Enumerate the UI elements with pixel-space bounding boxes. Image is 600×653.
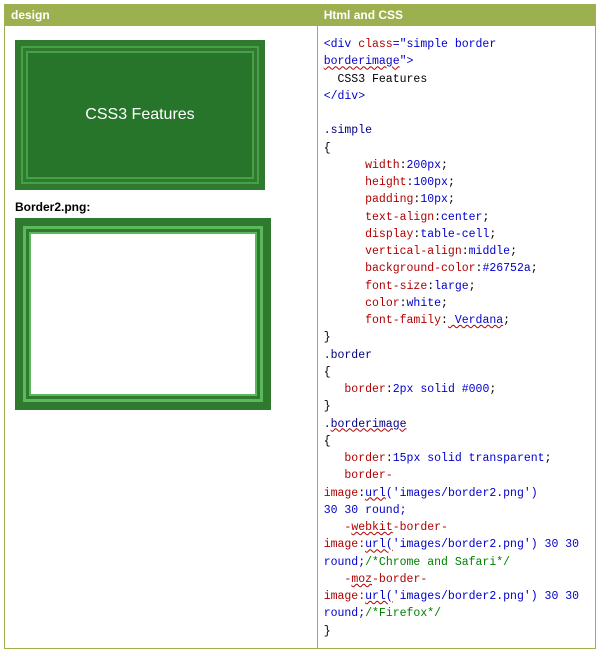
- code-text: image:: [324, 538, 365, 551]
- code-text: 'images/border2.png') 30 30: [393, 590, 579, 603]
- code-text: /*Firefox*/: [365, 607, 441, 620]
- demo-box-text: CSS3 Features: [28, 53, 252, 177]
- code-text: vertical-align: [365, 245, 462, 258]
- code-text: padding: [365, 193, 413, 206]
- code-text: ;: [448, 193, 455, 206]
- code-text: 30 30 round;: [324, 504, 407, 517]
- green-border-frame: CSS3 Features: [15, 40, 265, 190]
- code-text: ;: [482, 211, 489, 224]
- border2-image-frame: [15, 218, 271, 410]
- code-text: ('images/border2.png'): [386, 487, 538, 500]
- code-text: color: [365, 297, 400, 310]
- code-text: -: [344, 573, 351, 586]
- code-column: Html and CSS <div class="simple border b…: [318, 5, 595, 648]
- code-text: webkit: [351, 521, 392, 534]
- code-text: 'images/border2.png') 30 30: [393, 538, 579, 551]
- code-text: :: [400, 159, 407, 172]
- design-body: CSS3 Features Border2.png:: [5, 26, 317, 420]
- code-text: url(: [365, 590, 393, 603]
- code-header: Html and CSS: [318, 5, 595, 26]
- code-text: height: [365, 176, 406, 189]
- code-text: round;: [324, 607, 365, 620]
- design-header: design: [5, 5, 317, 26]
- code-text: }: [324, 625, 331, 638]
- css3-features-demo-box: CSS3 Features: [15, 40, 265, 190]
- code-text: </div>: [324, 90, 365, 103]
- code-text: display: [365, 228, 413, 241]
- code-text: border: [344, 452, 385, 465]
- code-text: table-cell: [420, 228, 489, 241]
- code-text: -border-: [393, 521, 448, 534]
- code-text: CSS3 Features: [324, 73, 428, 86]
- code-text: #26752a: [482, 262, 530, 275]
- code-text: image:: [324, 590, 365, 603]
- code-text: class: [358, 38, 393, 51]
- code-text: ;: [531, 262, 538, 275]
- code-text: :: [386, 383, 393, 396]
- design-column: design CSS3 Features Border2.png:: [5, 5, 318, 648]
- code-text: :: [462, 245, 469, 258]
- code-text: ;: [441, 159, 448, 172]
- code-text: {: [324, 366, 331, 379]
- code-text: ;: [503, 314, 510, 327]
- border2-label: Border2.png:: [15, 200, 307, 214]
- code-text: middle: [469, 245, 510, 258]
- code-text: :: [434, 211, 441, 224]
- code-text: text-align: [365, 211, 434, 224]
- code-text: ="simple border: [393, 38, 503, 51]
- code-text: large: [434, 280, 469, 293]
- code-body: <div class="simple border borderimage"> …: [318, 26, 595, 648]
- empty-frame-interior: [31, 234, 255, 394]
- code-text: center: [441, 211, 482, 224]
- code-text: }: [324, 400, 331, 413]
- code-text: 100px: [413, 176, 448, 189]
- code-text: width: [365, 159, 400, 172]
- code-text: -border-: [372, 573, 427, 586]
- code-text: :: [441, 314, 448, 327]
- code-text: .simple: [324, 124, 372, 137]
- code-text: url: [365, 487, 386, 500]
- code-text: font-size: [365, 280, 427, 293]
- code-text: ;: [510, 245, 517, 258]
- code-text: 15px solid transparent: [393, 452, 545, 465]
- code-text: <div: [324, 38, 359, 51]
- code-text: borderimage: [331, 418, 407, 431]
- code-text: {: [324, 142, 331, 155]
- code-text: ;: [489, 228, 496, 241]
- code-text: :: [400, 297, 407, 310]
- code-text: /*Chrome and Safari*/: [365, 556, 510, 569]
- code-text: {: [324, 435, 331, 448]
- code-text: ;: [441, 297, 448, 310]
- code-text: -: [344, 521, 351, 534]
- code-text: 2px solid #000: [393, 383, 490, 396]
- code-text: .: [324, 418, 331, 431]
- code-text: moz: [351, 573, 372, 586]
- code-text: Verdana: [448, 314, 503, 327]
- code-text: ;: [545, 452, 552, 465]
- code-text: borderimage: [324, 55, 400, 68]
- code-text: .border: [324, 349, 372, 362]
- code-text: ">: [400, 55, 414, 68]
- code-text: url(: [365, 538, 393, 551]
- code-text: white: [407, 297, 442, 310]
- empty-green-frame: [15, 218, 271, 410]
- code-text: background-color: [365, 262, 475, 275]
- code-text: ;: [489, 383, 496, 396]
- code-text: 10px: [420, 193, 448, 206]
- code-text: 200px: [407, 159, 442, 172]
- code-text: ;: [469, 280, 476, 293]
- code-text: font-family: [365, 314, 441, 327]
- code-text: :: [386, 452, 393, 465]
- code-text: round;: [324, 556, 365, 569]
- two-column-layout: design CSS3 Features Border2.png: Ht: [4, 4, 596, 649]
- code-text: border: [344, 383, 385, 396]
- code-text: }: [324, 331, 331, 344]
- code-text: ;: [448, 176, 455, 189]
